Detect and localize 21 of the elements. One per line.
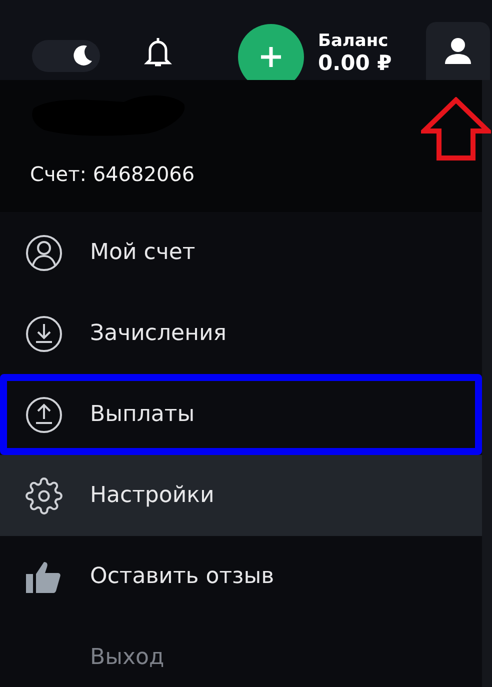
dark-mode-toggle[interactable]	[32, 40, 100, 72]
menu-item[interactable]: Выход	[0, 617, 482, 687]
download-icon	[25, 314, 63, 352]
thumbs-up-icon	[25, 560, 63, 594]
user-icon	[443, 36, 473, 66]
menu-item[interactable]: Оставить отзыв	[0, 536, 482, 617]
profile-button[interactable]	[426, 22, 490, 80]
settings-icon	[25, 476, 63, 514]
menu-item[interactable]: Настройки	[0, 455, 482, 536]
menu-item[interactable]: Выплаты	[0, 374, 482, 455]
menu-item[interactable]: Мой счет	[0, 212, 482, 293]
account-number: Счет: 64682066	[30, 162, 196, 186]
menu-item[interactable]: Зачисления	[0, 293, 482, 374]
deposit-button[interactable]	[238, 24, 304, 80]
user-icon	[25, 234, 63, 272]
plus-icon	[260, 46, 282, 68]
balance-label: Баланс	[318, 31, 390, 51]
balance-value: 0.00 ₽	[318, 51, 392, 75]
upload-icon	[25, 396, 63, 434]
bell-icon[interactable]	[144, 36, 172, 68]
annotation-arrow	[421, 97, 491, 161]
